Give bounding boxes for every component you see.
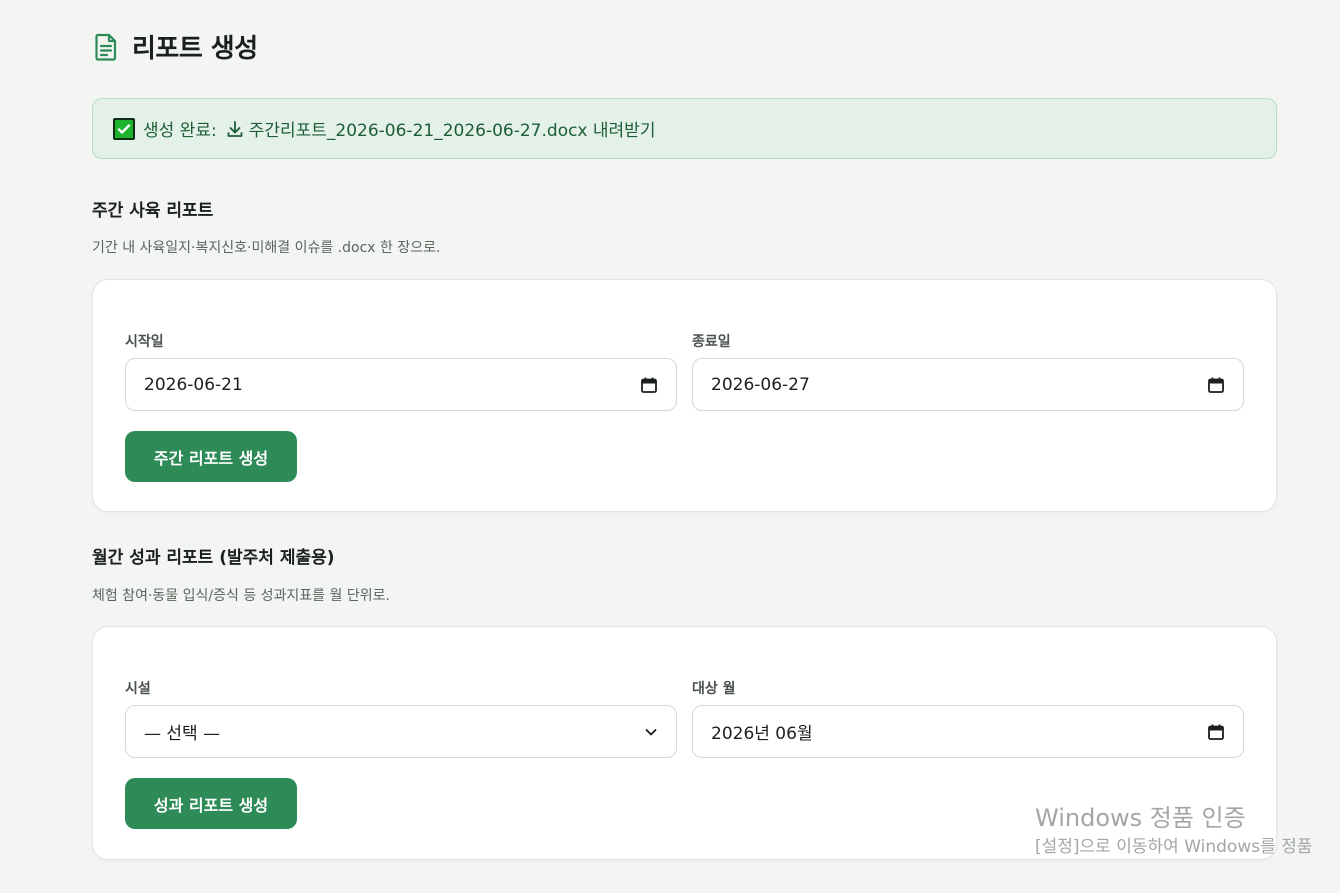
target-month-label: 대상 월 — [692, 681, 736, 697]
calendar-icon[interactable] — [1207, 376, 1225, 394]
calendar-icon[interactable] — [640, 376, 658, 394]
chevron-down-icon — [645, 728, 657, 735]
download-link-label: 주간리포트_2026-06-21_2026-06-27.docx 내려받기 — [248, 121, 656, 141]
target-month-input[interactable]: 2026년 06월 — [692, 705, 1244, 758]
download-icon — [227, 120, 243, 137]
monthly-section-description: 체험 참여·동물 입식/증식 등 성과지표를 월 단위로. — [92, 588, 390, 604]
windows-activation-title: Windows 정품 인증 — [1035, 804, 1246, 832]
page-header: 리포트 생성 — [94, 28, 258, 65]
weekly-report-card: 시작일 2026-06-21 종료일 2026-06-27 주간 리포트 생성 — [92, 279, 1277, 512]
calendar-icon[interactable] — [1207, 723, 1225, 741]
document-icon — [95, 33, 117, 61]
report-page: 리포트 생성 생성 완료: 주간리포트_2026-06-21_2026-06-2… — [0, 0, 1340, 893]
download-link[interactable]: 주간리포트_2026-06-21_2026-06-27.docx 내려받기 — [225, 116, 656, 141]
target-month-value: 2026년 06월 — [711, 724, 813, 744]
generate-performance-report-button[interactable]: 성과 리포트 생성 — [125, 778, 297, 829]
start-date-label: 시작일 — [125, 334, 164, 350]
monthly-section-title: 월간 성과 리포트 (발주처 제출용) — [92, 548, 335, 568]
end-date-input[interactable]: 2026-06-27 — [692, 358, 1244, 411]
facility-select[interactable]: — 선택 — — [125, 705, 677, 758]
weekly-section-title: 주간 사육 리포트 — [92, 201, 214, 221]
facility-label: 시설 — [125, 681, 151, 697]
end-date-value: 2026-06-27 — [711, 374, 810, 395]
weekly-section-description: 기간 내 사육일지·복지신호·미해결 이슈를 .docx 한 장으로. — [92, 240, 441, 256]
alert-prefix: 생성 완료: — [143, 121, 217, 141]
start-date-value: 2026-06-21 — [144, 374, 243, 395]
success-alert: 생성 완료: 주간리포트_2026-06-21_2026-06-27.docx … — [92, 98, 1277, 159]
generate-weekly-report-button[interactable]: 주간 리포트 생성 — [125, 431, 297, 482]
windows-activation-subtitle: [설정]으로 이동하여 Windows를 정품 — [1035, 837, 1313, 857]
page-title: 리포트 생성 — [132, 34, 258, 64]
end-date-label: 종료일 — [692, 334, 731, 350]
start-date-input[interactable]: 2026-06-21 — [125, 358, 677, 411]
check-box-icon — [113, 117, 135, 140]
facility-selected-value: — 선택 — — [144, 724, 221, 744]
